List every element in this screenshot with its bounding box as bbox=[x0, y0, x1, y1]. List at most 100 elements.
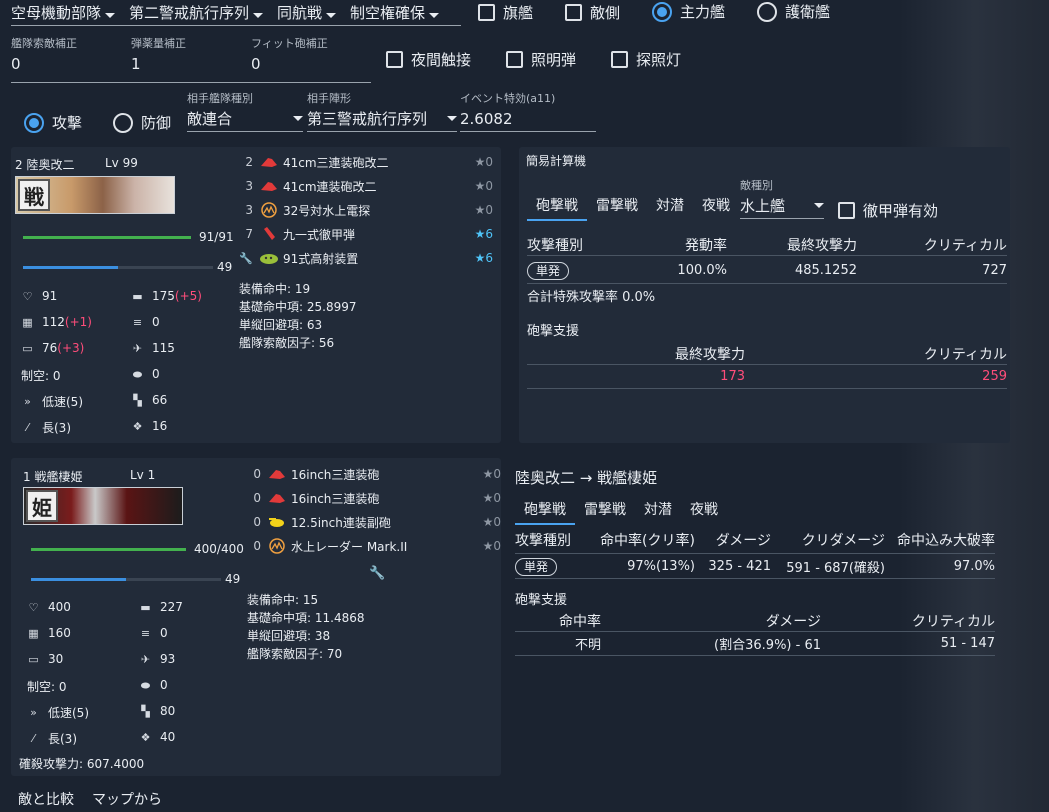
luck-icon: ❖ bbox=[140, 730, 151, 744]
formation-select[interactable]: 第二警戒航行序列 bbox=[129, 2, 264, 23]
battle-result: 陸奥改二 → 戦艦棲姫 砲撃戦 雷撃戦 対潜 夜戦 攻撃種別 命中率(クリ率) … bbox=[508, 458, 1008, 776]
wrench-icon[interactable]: 🔧 bbox=[239, 252, 253, 265]
ap-shell-checkbox[interactable]: 徹甲弾有効 bbox=[838, 200, 938, 221]
main-ship-radio[interactable]: 主力艦 bbox=[652, 1, 725, 22]
enemy-fleet-type-select[interactable]: 相手艦隊種別 敵連合 bbox=[187, 90, 303, 132]
engagement-select[interactable]: 同航戦 bbox=[277, 2, 337, 23]
flare-checkbox[interactable]: 照明弾 bbox=[506, 49, 576, 70]
radar-icon bbox=[259, 202, 279, 218]
ammo-text: 49 bbox=[217, 260, 233, 274]
table-row: 173 259 bbox=[527, 365, 1007, 389]
flagship-checkbox[interactable]: 旗艦 bbox=[478, 2, 533, 23]
hp-bar bbox=[23, 236, 191, 239]
tab-night[interactable]: 夜戦 bbox=[693, 191, 739, 221]
event-bonus-field[interactable]: イベント特効(a11) 2.6082 bbox=[460, 90, 596, 132]
improvement-level: ★0 bbox=[482, 515, 501, 529]
tab-torpedo[interactable]: 雷撃戦 bbox=[587, 191, 647, 221]
stat-range: ⁄ 長(3) bbox=[21, 419, 71, 436]
equipment-slot[interactable]: 3 41cm連装砲改二 ★0 bbox=[239, 174, 493, 198]
equipment-slot[interactable]: 0 水上レーダー Mark.II ★0 bbox=[247, 534, 501, 558]
tab-asw[interactable]: 対潜 bbox=[647, 191, 693, 221]
torpedo-icon: ≡ bbox=[140, 626, 151, 640]
los-icon: ▚ bbox=[141, 704, 150, 718]
enemy-type-select[interactable]: 敵種別 水上艦 bbox=[740, 177, 824, 219]
stat-air: 制空: 0 bbox=[27, 680, 67, 694]
checkbox-icon bbox=[565, 4, 582, 21]
equipment-name: 41cm三連装砲改二 bbox=[283, 155, 389, 170]
attack-type-chip[interactable]: 単発 bbox=[515, 557, 558, 576]
night-contact-checkbox[interactable]: 夜間触接 bbox=[386, 49, 471, 70]
equipment-slot[interactable]: 0 12.5inch連装副砲 ★0 bbox=[247, 510, 501, 534]
escort-ship-radio[interactable]: 護衛艦 bbox=[757, 1, 830, 22]
attacker-card: 2 陸奥改二 Lv 99 戦 91/91 49 ♡ 91 ▬ 175(+5) ▦ 11… bbox=[11, 147, 501, 443]
equipment-name: 16inch三連装砲 bbox=[291, 491, 380, 506]
equipment-list: 0 16inch三連装砲 ★0 0 16inch三連装砲 ★0 0 12.5inch連装副砲 ★… bbox=[247, 462, 501, 558]
slot-count: 0 bbox=[253, 467, 261, 481]
equipment-slot[interactable]: 0 16inch三連装砲 ★0 bbox=[247, 486, 501, 510]
stat-torpedo: ≡ 0 bbox=[132, 315, 160, 329]
equipment-slot[interactable]: 2 41cm三連装砲改二 ★0 bbox=[239, 150, 493, 174]
tab-shelling[interactable]: 砲撃戦 bbox=[515, 495, 575, 525]
ship-name: 戦艦棲姫 bbox=[34, 470, 83, 484]
table-row: 単発 97%(13%) 325 - 421 591 - 687(確殺) 97.0… bbox=[515, 553, 995, 579]
stat-luck: ❖ 40 bbox=[140, 730, 176, 744]
stat-air: 制空: 0 bbox=[21, 369, 61, 383]
enemy-side-checkbox[interactable]: 敵側 bbox=[565, 2, 620, 23]
slot-count: 3 bbox=[245, 179, 253, 193]
slot-count: 0 bbox=[253, 539, 261, 553]
ship-level: Lv 99 bbox=[105, 156, 138, 170]
equipment-slot[interactable]: 🔧 91式高射装置 ★6 bbox=[239, 246, 493, 270]
support-table-header: 最終攻撃力 クリティカル bbox=[527, 343, 1007, 365]
armor-icon: ▦ bbox=[22, 315, 33, 329]
from-map-button[interactable]: マップから bbox=[92, 789, 162, 809]
ship-type-badge: 姫 bbox=[26, 490, 58, 522]
stat-firepower: ▬ 175(+5) bbox=[132, 289, 202, 303]
ammo-text: 49 bbox=[225, 572, 241, 586]
equipment-slot[interactable]: 7 九一式徹甲弾 ★6 bbox=[239, 222, 493, 246]
battle-title: 陸奥改二 → 戦艦棲姫 bbox=[515, 469, 658, 487]
ammo-correction-field[interactable]: 弾薬量補正 1 bbox=[131, 35, 186, 73]
radar-icon bbox=[267, 538, 287, 554]
slot-count: 0 bbox=[253, 491, 261, 505]
defense-radio[interactable]: 防御 bbox=[113, 112, 171, 133]
radio-icon bbox=[24, 112, 44, 133]
cannon-icon: ▬ bbox=[140, 600, 151, 614]
tab-night[interactable]: 夜戦 bbox=[681, 495, 727, 525]
support-title: 砲撃支援 bbox=[527, 324, 580, 339]
checkbox-icon bbox=[506, 51, 523, 68]
equipment-slot[interactable]: 0 16inch三連装砲 ★0 bbox=[247, 462, 501, 486]
radio-icon bbox=[757, 1, 777, 22]
ship-banner[interactable]: 姫 bbox=[23, 487, 183, 525]
equipment-slot[interactable]: 3 32号対水上電探 ★0 bbox=[239, 198, 493, 222]
fit-gun-field[interactable]: フィット砲補正 0 bbox=[251, 35, 328, 73]
attack-radio[interactable]: 攻撃 bbox=[24, 112, 82, 133]
attack-type-chip[interactable]: 単発 bbox=[527, 262, 570, 280]
equipment-name: 水上レーダー Mark.II bbox=[291, 539, 408, 554]
stat-asw: ⬬ 0 bbox=[140, 678, 168, 692]
defender-card: 1 戦艦棲姫 Lv 1 姫 400/400 49 ♡ 400 ▬ 227 ▦ 160 … bbox=[11, 458, 501, 776]
wrench-icon[interactable]: 🔧 bbox=[369, 566, 385, 581]
tab-torpedo[interactable]: 雷撃戦 bbox=[575, 495, 635, 525]
enemy-formation-select[interactable]: 相手陣形 第三警戒航行序列 bbox=[307, 90, 457, 132]
luck-icon: ❖ bbox=[132, 419, 143, 433]
stat-torpedo: ≡ 0 bbox=[140, 626, 168, 640]
fleet-type-select[interactable]: 空母機動部隊 bbox=[11, 2, 116, 23]
equipment-list: 2 41cm三連装砲改二 ★0 3 41cm連装砲改二 ★0 3 32号対水上電探 ★0 7 九一式… bbox=[239, 150, 493, 270]
ship-banner[interactable]: 戦 bbox=[15, 176, 175, 214]
chevron-down-icon bbox=[293, 116, 303, 121]
stat-hp: ♡ 91 bbox=[22, 289, 58, 303]
air-state-select[interactable]: 制空権確保 bbox=[350, 2, 440, 23]
compare-enemy-button[interactable]: 敵と比較 bbox=[18, 789, 74, 809]
cannon-icon: ▬ bbox=[132, 289, 143, 303]
improvement-level: ★0 bbox=[474, 203, 493, 217]
tab-shelling[interactable]: 砲撃戦 bbox=[527, 191, 587, 221]
search-correction-field[interactable]: 艦隊索敵補正 0 bbox=[11, 35, 77, 73]
stat-armor: ▦ 160 bbox=[28, 626, 71, 640]
main-gun-icon bbox=[259, 179, 279, 193]
simple-calculator: 簡易計算機 砲撃戦 雷撃戦 対潜 夜戦 敵種別 水上艦 徹甲弾有効 攻撃種別 発… bbox=[519, 147, 1010, 443]
armor-icon: ▦ bbox=[28, 626, 39, 640]
tab-asw[interactable]: 対潜 bbox=[635, 495, 681, 525]
aa-icon: ✈ bbox=[132, 341, 143, 355]
searchlight-checkbox[interactable]: 探照灯 bbox=[611, 49, 681, 70]
checkbox-icon bbox=[838, 202, 855, 219]
